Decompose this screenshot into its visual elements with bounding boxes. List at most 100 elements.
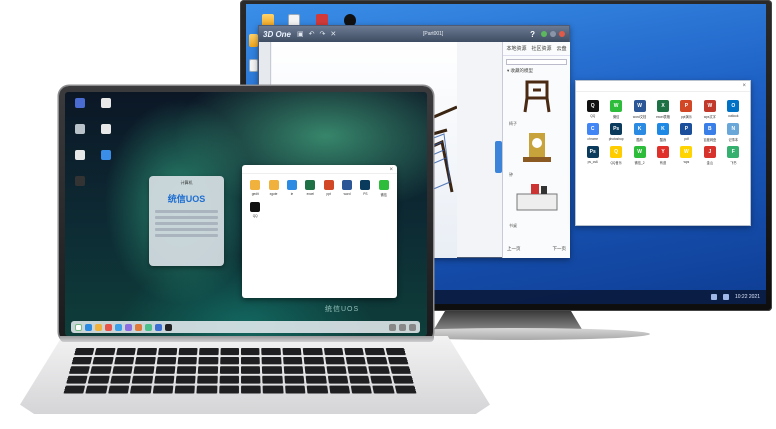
app-tile[interactable]: B 百度网盘: [699, 123, 720, 142]
info-line: [155, 228, 218, 231]
chair-thumbnail[interactable]: [503, 76, 571, 116]
terminal-icon[interactable]: [165, 323, 172, 331]
app-store-icon[interactable]: [145, 323, 152, 331]
launcher-icon[interactable]: [75, 323, 82, 331]
app-tile[interactable]: N 记事本: [723, 123, 744, 142]
document-icon[interactable]: [101, 98, 111, 108]
app-label: 百度网盘: [703, 138, 717, 142]
tab-community[interactable]: 社区资源: [531, 45, 551, 52]
app-tile[interactable]: Xexcel表格: [652, 100, 673, 119]
terminal-icon[interactable]: [75, 176, 85, 186]
favorites-heading[interactable]: ▾ 收藏的模型: [507, 68, 566, 74]
app-label: xgote: [269, 192, 278, 196]
app-icon: Q: [586, 100, 599, 112]
desk-thumbnail[interactable]: [503, 178, 571, 218]
app-tile[interactable]: Ps photoshop: [605, 123, 626, 142]
collapse-panel-button[interactable]: [495, 141, 502, 173]
app-tile[interactable]: K 酷我: [652, 123, 673, 142]
keyboard-key: [219, 356, 240, 365]
multitask-icon[interactable]: [85, 323, 92, 331]
app-tile[interactable]: Ooutlook: [723, 100, 744, 119]
app-icon: O: [727, 100, 740, 112]
app-tile[interactable]: F 飞书: [723, 146, 744, 165]
video-icon[interactable]: [135, 323, 142, 331]
app-tile[interactable]: W 微信: [605, 100, 626, 119]
browser-icon[interactable]: [105, 323, 112, 331]
app-tile[interactable]: ppt: [321, 180, 337, 197]
app-label: 微信_2: [634, 161, 645, 165]
keyboard-key: [133, 366, 155, 374]
app-tile[interactable]: word: [339, 180, 355, 197]
tray-icon[interactable]: [399, 323, 406, 331]
settings-icon[interactable]: [155, 323, 162, 331]
app-tile[interactable]: excel: [302, 180, 318, 197]
app-tile[interactable]: Ps ps_cs6: [582, 146, 603, 165]
tab-local[interactable]: 本地资源: [506, 45, 526, 52]
power-icon[interactable]: [409, 323, 416, 331]
next-page-button[interactable]: 下一页: [553, 246, 567, 252]
document-icon[interactable]: [75, 150, 85, 160]
help-button[interactable]: ?: [530, 30, 535, 39]
app-tile[interactable]: Wwps文字: [699, 100, 720, 119]
app-tile[interactable]: ie: [284, 180, 300, 197]
search-input[interactable]: [506, 59, 567, 65]
clock-thumbnail[interactable]: [503, 127, 571, 167]
tab-cloud[interactable]: 云盘: [556, 45, 566, 52]
keyboard-key: [66, 375, 88, 384]
app-tile[interactable]: gedit: [247, 180, 263, 197]
app-icon: N: [727, 123, 740, 135]
keyboard-key: [199, 347, 219, 356]
app-tile[interactable]: xgote: [265, 180, 281, 197]
minimize-button[interactable]: [540, 31, 547, 37]
app-tile[interactable]: J 金山: [699, 146, 720, 165]
taskbar-clock[interactable]: 10:22 2021: [735, 294, 760, 300]
file-manager-icon[interactable]: [95, 323, 102, 331]
music-icon[interactable]: [125, 323, 132, 331]
folder-icon[interactable]: [249, 34, 258, 47]
app-tile[interactable]: Q QQ音乐: [605, 146, 626, 165]
app-tile[interactable]: Ppdf: [676, 123, 697, 142]
panel-tabs: 本地资源 社区资源 云盘: [503, 42, 570, 56]
app-tile[interactable]: K 酷狗: [629, 123, 650, 142]
app-label: 有道: [659, 161, 667, 165]
app-tile[interactable]: Q QQ: [582, 100, 603, 119]
app-icon: W: [680, 146, 693, 158]
keyboard-key: [240, 356, 261, 365]
app-tile[interactable]: Pppt演示: [676, 100, 697, 119]
image-file-icon[interactable]: [101, 150, 111, 160]
redo-button[interactable]: ↷: [320, 30, 326, 38]
keyboard-key: [135, 356, 156, 365]
app-tile[interactable]: Cchrome: [582, 123, 603, 142]
app-icon: [286, 180, 297, 190]
uos-logo: 统信UOS: [167, 194, 206, 204]
app-tile[interactable]: Wword文档: [629, 100, 650, 119]
app-tile[interactable]: 微信: [376, 180, 392, 197]
close-button[interactable]: [558, 31, 565, 37]
app-label: 酷我: [659, 138, 667, 142]
save-button[interactable]: ▣: [297, 30, 304, 38]
volume-icon[interactable]: [722, 294, 729, 300]
app-tile[interactable]: PS: [357, 180, 373, 197]
toolbar: ▣ ↶ ↷ ✕: [297, 30, 336, 38]
app-label: 金山: [706, 161, 714, 165]
computer-icon[interactable]: [75, 98, 85, 108]
network-icon[interactable]: [710, 294, 717, 300]
keyboard-key: [71, 356, 93, 365]
app-tile[interactable]: Y 有道: [652, 146, 673, 165]
keyboard-key: [324, 356, 345, 365]
tray-icon[interactable]: [389, 323, 396, 331]
close-icon[interactable]: ×: [742, 83, 746, 89]
document-icon[interactable]: [249, 59, 258, 72]
close-tool-button[interactable]: ✕: [330, 30, 336, 38]
undo-button[interactable]: ↶: [309, 30, 315, 38]
keyboard-key: [283, 366, 304, 374]
mail-icon[interactable]: [115, 323, 122, 331]
maximize-button[interactable]: [549, 31, 556, 37]
trash-icon[interactable]: [75, 124, 85, 134]
document-icon[interactable]: [101, 124, 111, 134]
app-tile[interactable]: QQ: [247, 202, 263, 218]
app-tile[interactable]: W 微信_2: [629, 146, 650, 165]
app-tile[interactable]: Wwps: [676, 146, 697, 165]
close-icon[interactable]: ×: [389, 167, 393, 173]
prev-page-button[interactable]: 上一页: [507, 246, 521, 252]
